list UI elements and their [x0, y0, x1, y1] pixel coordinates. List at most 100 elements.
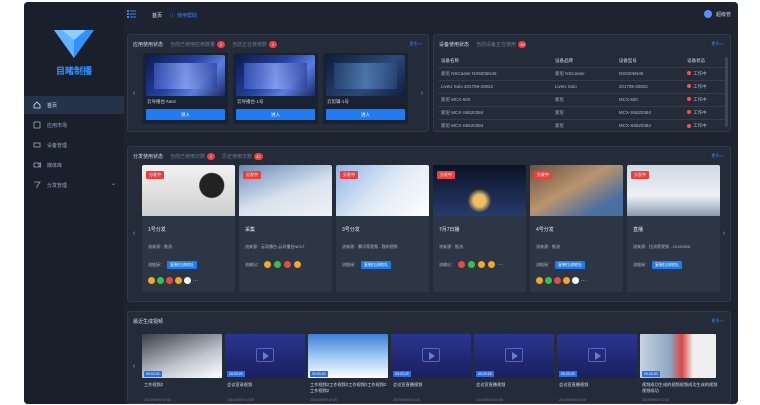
- table-row[interactable]: 索尼 MCX-500 索尼 MCX-500 工作中: [438, 92, 728, 106]
- platform-icon: [458, 261, 465, 268]
- chevron-left-icon[interactable]: ‹: [130, 356, 138, 376]
- dist-link-label: 流链接：: [342, 262, 358, 267]
- sidebar-item-label: 媒体库: [47, 162, 63, 169]
- chevron-left-icon[interactable]: ‹: [130, 83, 138, 103]
- dist-link-label: 流链接：: [536, 262, 552, 267]
- table-row[interactable]: 索尼 MCX-S6520384 索尼 MCX-S6520384 工作中: [438, 118, 728, 132]
- dist-output-label: 流输出：: [439, 261, 455, 267]
- col-header: 设备状态: [687, 57, 706, 63]
- play-icon: [588, 348, 606, 362]
- status-text: 工作中: [693, 83, 707, 89]
- status-cell: 工作中: [684, 118, 728, 132]
- apps-more-link[interactable]: 更多>>: [409, 41, 422, 47]
- video-card[interactable]: 00:23:29 会议室直播视频 2019/09/09 10:00: [391, 334, 471, 404]
- dist-output-row: 流输出： ···: [439, 261, 503, 268]
- copy-pull-url-button[interactable]: 复制拉流地址: [652, 261, 682, 269]
- video-title: 会议室直播视频: [476, 382, 506, 387]
- app-screenshot: [146, 55, 225, 96]
- dist-link-row: 流链接： 复制拉流地址: [536, 261, 585, 269]
- sidebar-item-media[interactable]: 媒体库: [24, 156, 124, 174]
- platform-icon: [294, 261, 301, 268]
- video-duration: 00:23:29: [476, 371, 494, 377]
- dist-sub1: 当前已使用次数: [170, 153, 206, 160]
- play-icon: [256, 348, 274, 362]
- copy-pull-url-button[interactable]: 复制拉流地址: [361, 261, 391, 269]
- table-row[interactable]: 索尼 NSCaster NS9205N45 索尼 NSCaster NS9205N4…: [438, 66, 728, 80]
- video-card[interactable]: 00:23:29 会议室直播视频 2019/09/09 10:00: [474, 334, 554, 404]
- cell: 索尼: [552, 92, 616, 106]
- dist-source: 流来源：云导播台-云导播台NEXT: [245, 244, 305, 249]
- dist-card[interactable]: 分发中 3号分发 流来源：腾讯等视频 - 我的视频 流链接： 复制拉流地址: [336, 165, 429, 292]
- status-tag: 分发中: [534, 171, 552, 179]
- status-dot-icon: [687, 84, 692, 89]
- table-row[interactable]: 索尼 MCX-S6520384 索尼 MCX-S6520384 工作中: [438, 105, 728, 119]
- dist-output-label: 流输出：: [245, 261, 261, 267]
- platform-icon: [468, 261, 475, 268]
- sidebar-item-apps[interactable]: 应用市场: [24, 116, 124, 134]
- video-date: 2019/09/09 10:00: [310, 398, 338, 402]
- status-cell: 工作中: [684, 66, 728, 80]
- user-name: 超级管: [715, 11, 731, 18]
- video-title: 工作视频2: [144, 382, 164, 387]
- app-name: 云剪辑-1号: [327, 99, 350, 104]
- copy-pull-url-button[interactable]: 复制拉流地址: [555, 261, 585, 269]
- video-card[interactable]: 00:23:29 会议室录视频 2019/09/09 10:00: [225, 334, 305, 404]
- platform-icon: [274, 261, 281, 268]
- video-card[interactable]: 00:23:29 会议室直播视频 2019/09/09 10:00: [557, 334, 637, 404]
- videos-more-link[interactable]: 更多>>: [711, 318, 724, 324]
- chevron-right-icon[interactable]: ›: [720, 223, 728, 243]
- status-tag: 分发中: [631, 171, 649, 179]
- scrollbar[interactable]: [725, 57, 728, 127]
- apps-panel-title: 应用使用状态: [133, 41, 164, 48]
- help-link[interactable]: ⓘ 使用帮助: [170, 12, 197, 19]
- chevron-left-icon[interactable]: ‹: [130, 223, 138, 243]
- video-card[interactable]: 00:03:20 工作视频2 2019/09/09 10:00: [142, 334, 222, 404]
- devices-panel-header: 设备使用状态 当前设备正在使用 10: [439, 39, 527, 49]
- platform-icon: [478, 261, 485, 268]
- status-dot-icon: [687, 97, 692, 102]
- dist-card[interactable]: 分发中 1号分发 流来源：推流 流链接： 复制拉流地址 ···: [142, 165, 235, 292]
- video-duration: 00:23:29: [559, 371, 577, 377]
- sidebar-item-distribute[interactable]: 分发管理 ⌄: [24, 176, 124, 194]
- enter-button[interactable]: 进入: [326, 109, 405, 120]
- table-row[interactable]: LiveU Solo 201709-20822 LiveU Solo 201709-…: [438, 79, 728, 93]
- menu-icon[interactable]: [127, 10, 136, 18]
- app-card: 云导播台-1号 进入: [233, 53, 318, 124]
- cell: 索尼 NSCaster NS9205N45: [438, 66, 553, 80]
- more-icon[interactable]: ···: [498, 262, 503, 268]
- dist-card[interactable]: 分发中 7月7日播 流来源：推流 流输出： ···: [433, 165, 526, 292]
- apps-sub1: 当前已使用应用数量: [170, 41, 216, 48]
- dist-card[interactable]: 分发中 直播 流来源：拉流等视频 - 20190528 流链接： 复制拉流地址: [627, 165, 720, 292]
- video-card[interactable]: 00:03:20 视频成功生成的视频视频成功生成的视频视频成功 2019/09/…: [640, 334, 717, 404]
- more-icon[interactable]: ···: [193, 278, 198, 284]
- devices-more-link[interactable]: 更多>>: [711, 41, 724, 47]
- user-menu[interactable]: 超级管: [703, 10, 731, 18]
- devices-panel-title: 设备使用状态: [439, 41, 470, 48]
- enter-button[interactable]: 进入: [236, 109, 315, 120]
- platform-icon: [572, 277, 579, 284]
- sidebar-item-label: 分发管理: [47, 182, 68, 189]
- copy-pull-url-button[interactable]: 复制拉流地址: [167, 261, 197, 269]
- video-date: 2019/09/09 10:00: [476, 398, 504, 402]
- sidebar-item-home[interactable]: 首页: [24, 96, 124, 114]
- platform-icon: [175, 277, 182, 284]
- video-duration: 00:03:20: [144, 371, 162, 377]
- platform-icons: ···: [536, 277, 586, 284]
- more-icon[interactable]: ···: [581, 278, 586, 284]
- chevron-right-icon[interactable]: ›: [418, 83, 426, 103]
- enter-button[interactable]: 进入: [146, 109, 225, 120]
- dist-card[interactable]: 分发中 采集 流来源：云导播台-云导播台NEXT 流输出：: [239, 165, 332, 292]
- sidebar-item-devices[interactable]: 设备管理: [24, 136, 124, 154]
- video-card[interactable]: 00:03:20 工作视频2工作视频2工作视频2工作视频2工作视频2 2019/…: [308, 334, 388, 404]
- app-name: 云导播台-1号: [237, 99, 264, 104]
- dist-more-link[interactable]: 更多>>: [711, 153, 724, 159]
- dist-card[interactable]: 分发中 4号分发 流来源：推流 流链接： 复制拉流地址 ···: [530, 165, 623, 292]
- cell: 索尼: [552, 118, 616, 132]
- video-date: 2019/09/09 10:00: [642, 398, 670, 402]
- app-icon: [32, 121, 41, 130]
- status-cell: 工作中: [684, 79, 728, 93]
- app-window: 目睹制播 首页 应用市场 设备管理 媒体库 分发管理 ⌄ 首页 ⓘ 使用帮助 超…: [24, 2, 738, 404]
- platform-icons: ···: [148, 277, 198, 284]
- apps-panel-header: 应用使用状态 当前已使用应用数量 2 当前正在使用数 3: [133, 39, 278, 49]
- tab-home[interactable]: 首页: [152, 12, 162, 19]
